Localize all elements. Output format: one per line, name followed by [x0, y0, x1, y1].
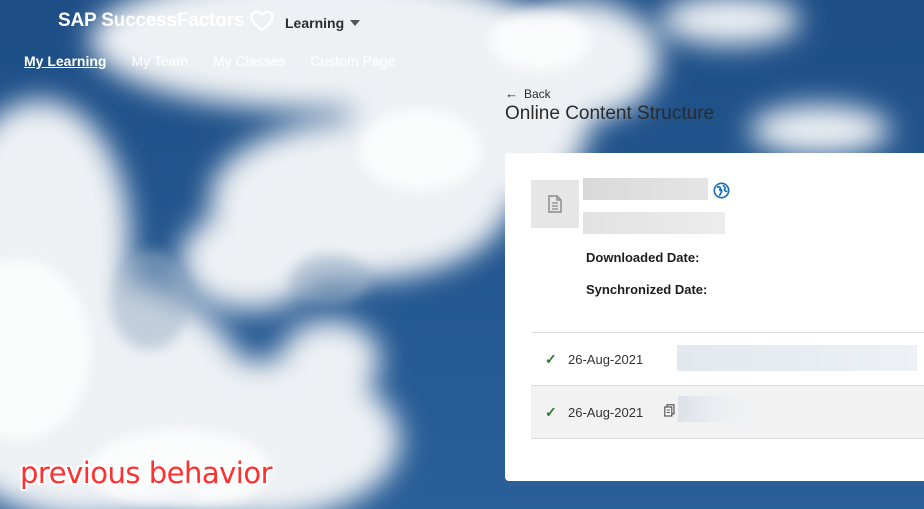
nav-my-learning[interactable]: My Learning	[24, 53, 106, 69]
redacted-content-subtitle	[583, 212, 725, 234]
copy-document-icon	[664, 404, 675, 417]
annotation-caption: previous behavior	[20, 456, 273, 490]
redacted-row-title	[678, 396, 758, 422]
nav-my-classes[interactable]: My Classes	[213, 53, 285, 69]
nav-my-team[interactable]: My Team	[131, 53, 188, 69]
row-date: 26-Aug-2021	[568, 404, 644, 420]
redacted-content-title	[583, 178, 708, 200]
document-icon	[548, 195, 562, 213]
caret-down-icon	[350, 20, 361, 26]
brand-logo[interactable]: SAP SuccessFactors	[58, 10, 274, 32]
content-row[interactable]: ✓ 26-Aug-2021	[531, 333, 924, 385]
checkmark-icon: ✓	[545, 403, 557, 420]
back-link[interactable]: ← Back	[505, 86, 551, 101]
divider	[531, 438, 924, 439]
back-label: Back	[524, 86, 551, 101]
heart-icon	[250, 10, 274, 32]
module-switcher[interactable]: Learning	[285, 15, 361, 31]
brand-name: SAP SuccessFactors	[58, 10, 245, 31]
globe-icon[interactable]	[713, 182, 730, 199]
downloaded-date-label: Downloaded Date:	[586, 250, 700, 265]
page-title: Online Content Structure	[505, 103, 715, 124]
content-structure-panel: Downloaded Date: Synchronized Date: ✓ 26…	[505, 153, 924, 481]
top-navigation-bar: SAP SuccessFactors Learning	[0, 0, 924, 48]
document-thumbnail	[531, 180, 579, 228]
nav-custom-page[interactable]: Custom Page	[310, 53, 395, 69]
synchronized-date-label: Synchronized Date:	[586, 282, 708, 297]
learning-nav: My Learning My Team My Classes Custom Pa…	[24, 53, 420, 69]
checkmark-icon: ✓	[545, 350, 557, 367]
row-date: 26-Aug-2021	[568, 351, 644, 367]
redacted-row-title	[677, 345, 917, 371]
arrow-left-icon: ←	[505, 86, 518, 101]
module-label: Learning	[285, 15, 345, 31]
content-row[interactable]: ✓ 26-Aug-2021	[531, 386, 924, 438]
